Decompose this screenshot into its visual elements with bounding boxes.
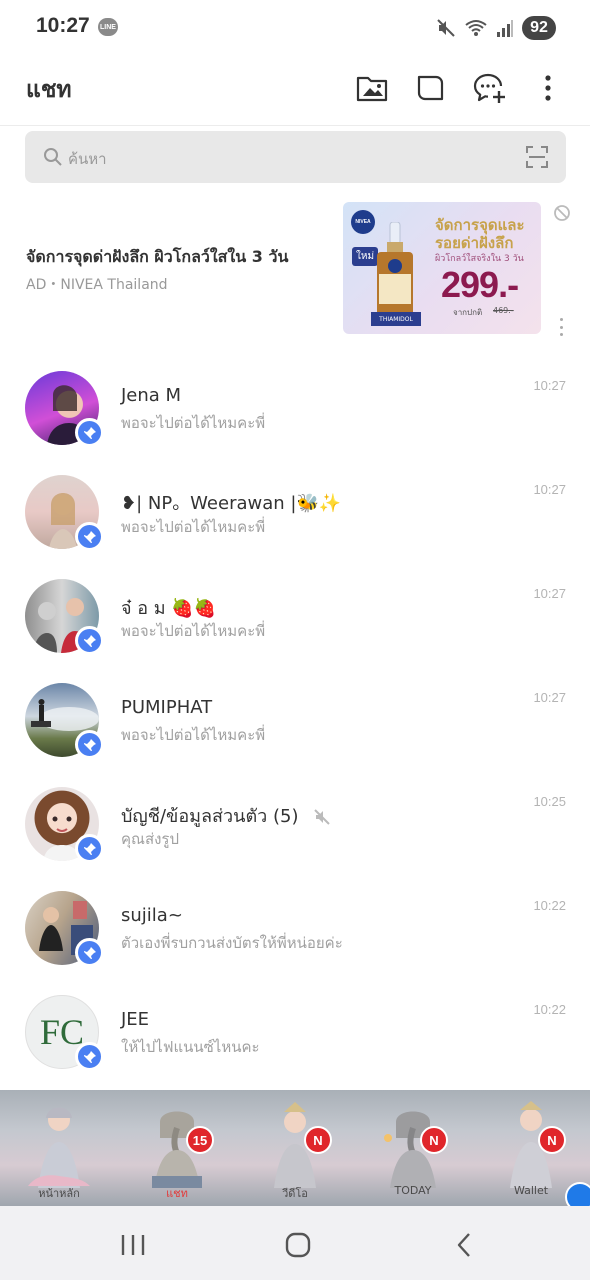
status-time: 10:27 xyxy=(36,14,90,37)
add-chat-icon xyxy=(473,73,505,103)
bottom-tab-bar: หน้าหลัก 15 แชท N วีดีโอ N TODAY N Walle… xyxy=(0,1090,590,1206)
chat-row[interactable]: FC JEE ให้ไปไฟแนนซ์ไหนคะ 10:22 xyxy=(0,979,590,1083)
tab-badge: 15 xyxy=(186,1126,214,1154)
tab-video[interactable]: N วีดีโอ xyxy=(236,1090,354,1206)
hide-ad-icon[interactable] xyxy=(552,203,572,223)
chat-preview: พอจะไปต่อได้ไหมคะพี่ xyxy=(121,518,266,536)
search-input[interactable]: ค้นหา xyxy=(25,131,566,183)
chat-name: ❥| NP。Weerawan |🐝✨ xyxy=(121,493,342,514)
pin-badge-icon xyxy=(75,418,104,447)
page-title: แชท xyxy=(26,77,72,103)
chat-row[interactable]: Jena M พอจะไปต่อได้ไหมคะพี่ 10:27 xyxy=(0,355,590,459)
chat-row[interactable]: ❥| NP。Weerawan |🐝✨ พอจะไปต่อได้ไหมคะพี่ … xyxy=(0,459,590,563)
wifi-icon xyxy=(465,20,487,36)
chat-preview: คุณส่งรูป xyxy=(121,830,180,848)
back-icon xyxy=(457,1233,470,1257)
chat-time: 10:22 xyxy=(533,1002,566,1017)
pin-badge-icon xyxy=(75,730,104,759)
more-menu-button[interactable] xyxy=(528,68,568,108)
chat-name: sujila~ xyxy=(121,905,183,926)
chat-time: 10:27 xyxy=(533,482,566,497)
recent-apps-button[interactable] xyxy=(113,1230,153,1260)
chat-preview: ตัวเองพี่รบกวนส่งบัตรให้พี่หน่อยค่ะ xyxy=(121,934,343,952)
system-navigation-bar xyxy=(0,1206,590,1280)
home-icon xyxy=(285,1232,311,1258)
ad-image[interactable]: NIVEA ใหม่ THIAMIDOL จัดการจุดและ รอยด่า… xyxy=(343,202,541,334)
tab-today[interactable]: N TODAY xyxy=(354,1090,472,1206)
goddess-figure-icon xyxy=(28,1107,90,1188)
album-folder-button[interactable] xyxy=(352,68,392,108)
square-chat-button[interactable] xyxy=(410,68,450,108)
tab-label: TODAY xyxy=(394,1184,432,1197)
search-placeholder: ค้นหา xyxy=(68,150,107,168)
tab-badge: N xyxy=(304,1126,332,1154)
status-bar: 10:27 LINE 92 xyxy=(0,0,590,56)
chat-row[interactable]: PUMIPHAT พอจะไปต่อได้ไหมคะพี่ 10:27 xyxy=(0,667,590,771)
square-chat-icon xyxy=(417,75,444,101)
chat-time: 10:22 xyxy=(533,898,566,913)
brand-logo: NIVEA xyxy=(351,210,375,234)
chat-name: บัญชี/ข้อมูลส่วนตัว (5) xyxy=(121,801,332,830)
album-folder-icon xyxy=(356,76,388,102)
chat-name: Jena M xyxy=(121,385,182,406)
more-icon xyxy=(545,75,551,101)
tab-badge: N xyxy=(420,1126,448,1154)
chat-name: PUMIPHAT xyxy=(121,697,213,718)
mute-icon xyxy=(437,19,455,37)
ad-more-button[interactable] xyxy=(552,315,570,339)
muted-icon xyxy=(314,809,330,825)
chat-name-text: บัญชี/ข้อมูลส่วนตัว (5) xyxy=(121,806,299,827)
chat-time: 10:27 xyxy=(533,690,566,705)
recent-apps-icon xyxy=(121,1235,145,1255)
ad-title[interactable]: จัดการจุดด่าฝังลึก ผิวโกลว์ใสใน 3 วัน xyxy=(26,245,288,270)
battery-icon: 92 xyxy=(522,16,556,40)
chat-time: 10:27 xyxy=(533,378,566,393)
chat-row[interactable]: บัญชี/ข้อมูลส่วนตัว (5) คุณส่งรูป 10:25 xyxy=(0,771,590,875)
pin-badge-icon xyxy=(75,938,104,967)
chat-preview: พอจะไปต่อได้ไหมคะพี่ xyxy=(121,414,266,432)
chat-preview: พอจะไปต่อได้ไหมคะพี่ xyxy=(121,726,266,744)
tab-label: แชท xyxy=(166,1187,188,1200)
chat-name: จ๋ อ ม 🍓🍓 xyxy=(121,598,217,619)
back-button[interactable] xyxy=(444,1230,484,1260)
ad-ingredient: THIAMIDOL xyxy=(371,312,421,326)
tab-label: หน้าหลัก xyxy=(38,1187,80,1200)
chat-time: 10:25 xyxy=(533,794,566,809)
chat-preview: พอจะไปต่อได้ไหมคะพี่ xyxy=(121,622,266,640)
pin-badge-icon xyxy=(75,1042,104,1071)
line-notification-icon: LINE xyxy=(98,18,118,36)
chat-row[interactable]: จ๋ อ ม 🍓🍓 พอจะไปต่อได้ไหมคะพี่ 10:27 xyxy=(0,563,590,667)
chat-row[interactable]: sujila~ ตัวเองพี่รบกวนส่งบัตรให้พี่หน่อย… xyxy=(0,875,590,979)
search-icon xyxy=(44,148,62,166)
ad-sponsor: AD・NIVEA Thailand xyxy=(26,277,168,293)
chat-time: 10:27 xyxy=(533,586,566,601)
ad-price: 299.- xyxy=(441,264,519,305)
signal-icon xyxy=(497,20,513,37)
pin-badge-icon xyxy=(75,522,104,551)
tab-home[interactable]: หน้าหลัก xyxy=(0,1090,118,1206)
app-header: แชท xyxy=(0,56,590,126)
home-button[interactable] xyxy=(278,1230,318,1260)
chat-preview: ให้ไปไฟแนนซ์ไหนคะ xyxy=(121,1038,260,1056)
add-chat-button[interactable] xyxy=(470,68,510,108)
tab-badge: N xyxy=(538,1126,566,1154)
ad-price-note: จากปกติ xyxy=(453,308,483,317)
ad-original-price: 469.- xyxy=(493,306,514,315)
ad-subline: ผิวโกลว์ใสจริงใน 3 วัน xyxy=(435,254,524,264)
tab-chats[interactable]: 15 แชท xyxy=(118,1090,236,1206)
ad-banner-row[interactable]: จัดการจุดด่าฝังลึก ผิวโกลว์ใสใน 3 วัน AD… xyxy=(0,195,590,345)
pin-badge-icon xyxy=(75,626,104,655)
chat-name: JEE xyxy=(121,1009,150,1030)
pin-badge-icon xyxy=(75,834,104,863)
tab-label: วีดีโอ xyxy=(282,1187,308,1200)
status-icons: 92 xyxy=(436,14,556,42)
qr-scan-icon[interactable] xyxy=(525,145,549,169)
